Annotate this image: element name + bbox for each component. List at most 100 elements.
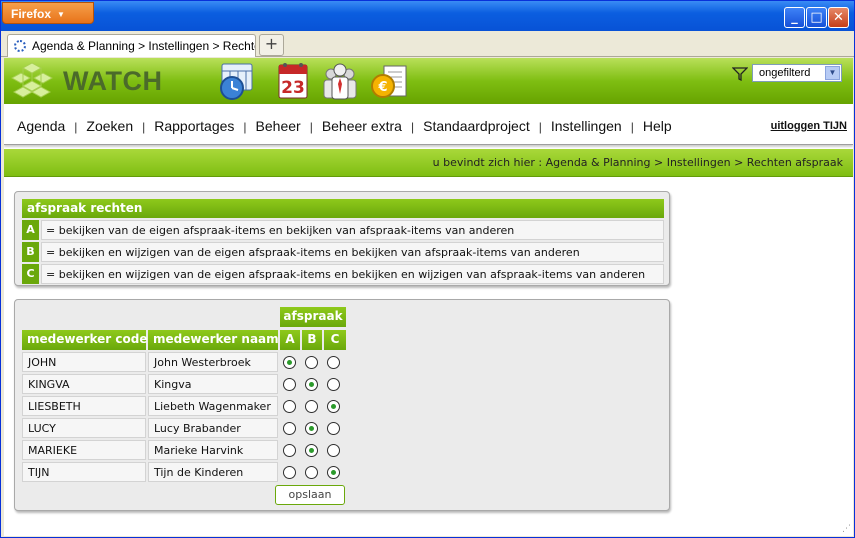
logout-link[interactable]: uitloggen TIJN [771, 120, 847, 132]
legend-key: C [22, 264, 39, 284]
legend-text: = bekijken en wijzigen van de eigen afsp… [41, 264, 664, 284]
right-radio-c[interactable] [327, 466, 340, 479]
main-menu: Agenda | Zoeken | Rapportages | Beheer | Beheer … [4, 104, 853, 145]
employee-code-cell: LIESBETH [22, 396, 146, 416]
resize-grip-icon[interactable]: ⋰ [842, 524, 851, 534]
right-radio-b[interactable] [305, 422, 318, 435]
employee-code-cell: KINGVA [22, 374, 146, 394]
svg-text:€: € [377, 80, 387, 95]
right-radio-b[interactable] [305, 400, 318, 413]
menu-separator: | [309, 120, 313, 134]
legend-key: A [22, 220, 39, 240]
menu-separator: | [410, 120, 415, 134]
calendar-clock-icon[interactable] [216, 60, 258, 102]
employee-name-cell: Tijn de Kinderen [148, 462, 278, 482]
column-header-a: A [280, 330, 300, 350]
menu-item-beheer-extra[interactable]: Beheer extra [322, 118, 402, 134]
legend-text: = bekijken en wijzigen van de eigen afsp… [41, 242, 664, 262]
right-radio-c[interactable] [327, 422, 340, 435]
loading-icon [14, 40, 26, 52]
menu-separator: | [142, 120, 146, 134]
right-radio-b[interactable] [305, 378, 318, 391]
close-button[interactable]: ✕ [828, 7, 849, 28]
legend-row: B = bekijken en wijzigen van de eigen af… [22, 242, 664, 262]
menu-item-beheer[interactable]: Beheer [256, 118, 301, 134]
close-icon: ✕ [833, 10, 844, 25]
menu-separator: | [74, 120, 78, 134]
rights-table-panel: afspraak medewerker code medewerker naam… [14, 299, 670, 511]
legend-row: C = bekijken en wijzigen van de eigen af… [22, 264, 664, 284]
employee-name-cell: John Westerbroek [148, 352, 278, 372]
column-header-b: B [302, 330, 322, 350]
right-radio-a[interactable] [283, 444, 296, 457]
menu-separator: | [630, 120, 634, 134]
right-radio-a[interactable] [283, 400, 296, 413]
employee-code-cell: TIJN [22, 462, 146, 482]
breadcrumb: u bevindt zich hier : Agenda & Planning … [432, 156, 843, 169]
euro-invoice-icon[interactable]: € [368, 60, 410, 102]
right-radio-b[interactable] [305, 444, 318, 457]
right-radio-b[interactable] [305, 466, 318, 479]
save-button[interactable]: opslaan [275, 485, 345, 505]
chevron-down-icon: ▼ [825, 66, 840, 80]
browser-window: Firefox ▼ _ □ ✕ Agenda & Planning > Inste… [0, 0, 855, 538]
filter-select-value: ongefilterd [759, 67, 811, 79]
right-radio-a[interactable] [283, 356, 296, 369]
maximize-icon: □ [810, 10, 823, 25]
browser-tab[interactable]: Agenda & Planning > Instellingen > Recht… [7, 34, 256, 57]
app-header: WATCH 23 € ongefilterd ▼ [4, 58, 853, 104]
breadcrumb-bar: u bevindt zich hier : Agenda & Planning … [4, 149, 853, 177]
dropdown-arrow-icon: ▼ [57, 10, 65, 19]
firefox-menu-button[interactable]: Firefox ▼ [2, 2, 94, 24]
menu-item-agenda[interactable]: Agenda [17, 118, 65, 134]
menu-item-standaardproject[interactable]: Standaardproject [423, 118, 530, 134]
tab-strip: Agenda & Planning > Instellingen > Recht… [1, 31, 854, 57]
right-radio-c[interactable] [327, 356, 340, 369]
employee-name-cell: Kingva [148, 374, 278, 394]
filter-icon [732, 67, 748, 81]
menu-item-help[interactable]: Help [643, 118, 672, 134]
right-radio-a[interactable] [283, 422, 296, 435]
new-tab-button[interactable]: + [259, 34, 284, 56]
employee-name-cell: Marieke Harvink [148, 440, 278, 460]
menu-item-instellingen[interactable]: Instellingen [551, 118, 622, 134]
column-header-c: C [324, 330, 346, 350]
legend-panel: afspraak rechten A = bekijken van de eig… [14, 191, 670, 286]
employee-name-cell: Liebeth Wagenmaker [148, 396, 278, 416]
calendar-23-icon[interactable]: 23 [273, 60, 315, 102]
right-radio-c[interactable] [327, 378, 340, 391]
legend-title: afspraak rechten [22, 199, 664, 218]
menu-items: Agenda | Zoeken | Rapportages | Beheer | Beheer … [17, 118, 672, 134]
employee-code-cell: MARIEKE [22, 440, 146, 460]
column-header-code: medewerker code [22, 330, 148, 350]
page-content: WATCH 23 € ongefilterd ▼ Agenda | Zoeken… [4, 58, 853, 536]
menu-separator: | [243, 120, 247, 134]
employee-code-cell: LUCY [22, 418, 146, 438]
column-header-name: medewerker naam [148, 330, 279, 350]
legend-row: A = bekijken van de eigen afspraak-items… [22, 220, 664, 240]
filter-select[interactable]: ongefilterd ▼ [752, 64, 842, 82]
group-header-afspraak: afspraak [280, 307, 346, 327]
right-radio-a[interactable] [283, 378, 296, 391]
app-logo-text: WATCH [63, 66, 163, 96]
right-radio-b[interactable] [305, 356, 318, 369]
menu-separator: | [538, 120, 542, 134]
people-icon[interactable] [319, 60, 361, 102]
firefox-button-label: Firefox [11, 7, 52, 21]
right-radio-c[interactable] [327, 400, 340, 413]
legend-text: = bekijken van de eigen afspraak-items e… [41, 220, 664, 240]
menu-item-zoeken[interactable]: Zoeken [86, 118, 133, 134]
employee-code-cell: JOHN [22, 352, 146, 372]
title-bar: Firefox ▼ _ □ ✕ [1, 1, 854, 31]
menu-item-rapportages[interactable]: Rapportages [154, 118, 234, 134]
plus-icon: + [264, 34, 279, 53]
legend-key: B [22, 242, 39, 262]
employee-name-cell: Lucy Brabander [148, 418, 278, 438]
minimize-button[interactable]: _ [784, 7, 805, 28]
minimize-icon: _ [791, 10, 798, 25]
right-radio-c[interactable] [327, 444, 340, 457]
right-radio-a[interactable] [283, 466, 296, 479]
svg-text:23: 23 [281, 78, 305, 98]
maximize-button[interactable]: □ [806, 7, 827, 28]
watch-logo-icon [11, 62, 53, 98]
